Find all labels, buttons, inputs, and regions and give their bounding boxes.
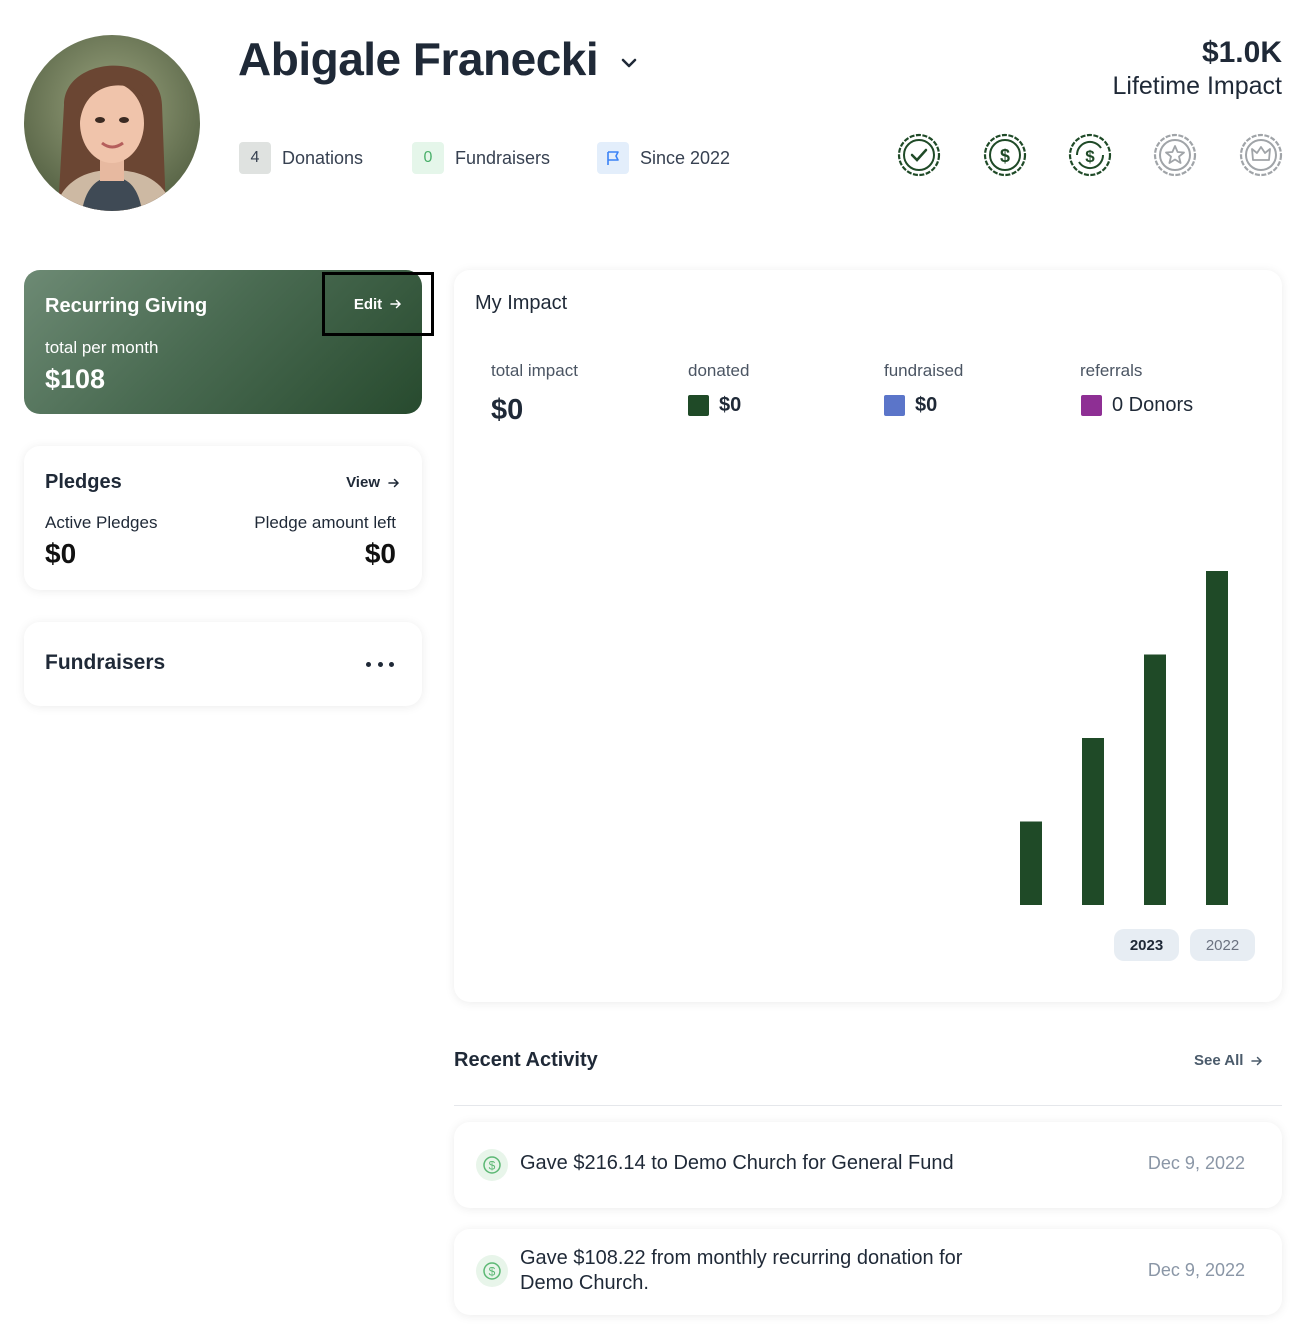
pledges-title: Pledges — [45, 471, 122, 493]
crown-badge-icon[interactable] — [1238, 132, 1284, 178]
referrals-value: 0 Donors — [1112, 394, 1194, 416]
fundraisers-label: Fundraisers — [455, 147, 551, 168]
flag-icon — [597, 142, 629, 174]
recurring-monthly-value: $108 — [45, 364, 106, 394]
my-impact-card: My Impact total impact $0 donated $0 fun… — [454, 270, 1282, 1002]
edit-recurring-button[interactable]: Edit — [322, 272, 434, 336]
fundraised-metric: $0 — [884, 394, 937, 417]
svg-text:$: $ — [1000, 146, 1010, 166]
arrow-right-icon — [388, 478, 400, 487]
active-pledges-value: $0 — [45, 538, 77, 569]
donated-value: $0 — [719, 394, 742, 416]
donations-stat: 4 Donations — [239, 142, 363, 174]
pledge-amount-left-value: $0 — [364, 538, 396, 569]
activity-date: Dec 9, 2022 — [1147, 1260, 1245, 1280]
fundraisers-stat: 0 Fundraisers — [412, 142, 550, 174]
more-options-icon[interactable] — [366, 652, 394, 676]
activity-item[interactable]: $ Gave $108.22 from monthly recurring do… — [454, 1229, 1282, 1315]
member-since-label: Since 2022 — [640, 147, 731, 168]
divider — [454, 1105, 1282, 1106]
dollar-badge-icon[interactable]: $ — [982, 132, 1028, 178]
chart-bar — [1206, 571, 1228, 905]
recent-activity-title: Recent Activity — [454, 1049, 598, 1071]
see-all-link[interactable]: See All — [1194, 1052, 1263, 1069]
activity-date: Dec 9, 2022 — [1147, 1153, 1245, 1173]
fundraisers-card: Fundraisers — [24, 622, 422, 706]
recurring-sub-label: total per month — [45, 338, 159, 357]
donated-swatch — [688, 395, 709, 416]
see-all-label: See All — [1194, 1052, 1244, 1069]
donations-label: Donations — [282, 147, 364, 168]
fundraisers-count: 0 — [412, 142, 444, 174]
pledge-amount-left-label: Pledge amount left — [254, 513, 396, 532]
edit-label: Edit — [353, 295, 383, 313]
fundraised-label: fundraised — [884, 361, 964, 380]
active-pledges-label: Active Pledges — [45, 513, 158, 532]
avatar — [24, 35, 200, 211]
dollar-icon: $ — [476, 1255, 508, 1287]
svg-text:$: $ — [489, 1265, 496, 1279]
dollar-refresh-badge-icon[interactable]: $ — [1067, 132, 1113, 178]
view-label: View — [346, 474, 380, 491]
year-tab-2022[interactable]: 2022 — [1190, 929, 1255, 961]
fundraisers-title: Fundraisers — [45, 651, 166, 674]
lifetime-impact-value: $1.0K — [1201, 36, 1282, 69]
total-impact-value: $0 — [491, 394, 524, 426]
chevron-down-icon[interactable] — [618, 52, 640, 74]
fundraised-value: $0 — [915, 394, 938, 416]
donated-metric: $0 — [688, 394, 741, 417]
impact-bar-chart — [1020, 571, 1228, 905]
donations-count: 4 — [239, 142, 271, 174]
chart-bar — [1020, 821, 1042, 905]
dollar-icon: $ — [476, 1149, 508, 1181]
check-badge-icon[interactable] — [896, 132, 942, 178]
referrals-swatch — [1081, 395, 1102, 416]
arrow-right-icon — [390, 299, 402, 309]
recurring-giving-title: Recurring Giving — [45, 295, 208, 317]
chart-bar — [1082, 738, 1104, 905]
profile-name: Abigale Franecki — [238, 33, 599, 85]
my-impact-title: My Impact — [475, 292, 568, 314]
referrals-metric: 0 Donors — [1081, 394, 1193, 417]
year-tab-2023[interactable]: 2023 — [1114, 929, 1179, 961]
star-badge-icon[interactable] — [1152, 132, 1198, 178]
activity-text: Gave $108.22 from monthly recurring dona… — [520, 1247, 963, 1294]
member-since-stat: Since 2022 — [597, 142, 730, 174]
svg-text:$: $ — [1085, 147, 1095, 166]
total-impact-label: total impact — [491, 361, 578, 380]
activity-text: Gave $216.14 to Demo Church for General … — [520, 1152, 954, 1174]
activity-item[interactable]: $ Gave $216.14 to Demo Church for Genera… — [454, 1122, 1282, 1208]
fundraised-swatch — [884, 395, 905, 416]
donated-label: donated — [688, 361, 750, 380]
chart-bar — [1144, 654, 1166, 905]
pledges-card: Pledges View Active Pledges Pledge amoun… — [24, 446, 422, 590]
view-pledges-link[interactable]: View — [346, 474, 400, 491]
svg-text:$: $ — [489, 1159, 496, 1173]
recurring-giving-card: Recurring Giving Edit total per month $1… — [24, 270, 434, 414]
arrow-right-icon — [1251, 1056, 1263, 1065]
referrals-label: referrals — [1080, 361, 1143, 380]
lifetime-impact-label: Lifetime Impact — [1112, 72, 1282, 100]
